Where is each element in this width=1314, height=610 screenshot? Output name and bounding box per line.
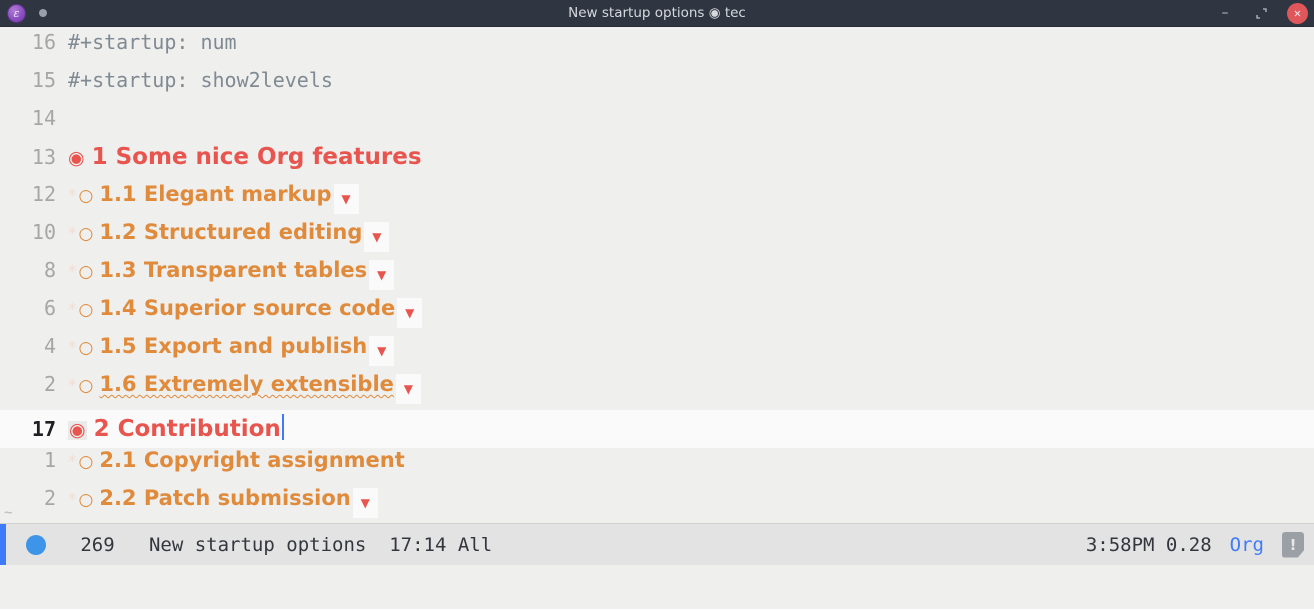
line-number-current: 17 [8,417,56,441]
heading-text: 1.1 Elegant markup [99,182,331,206]
line-text: #+startup: num [68,30,237,54]
org-bullet-level2-icon[interactable]: ○ [79,302,94,319]
heading-text: 2.2 Patch submission [99,486,350,510]
heading-text: 1 Some nice Org features [92,144,422,170]
buffer-state-circle-icon[interactable] [26,535,46,555]
line-number: 14 [8,106,56,130]
text-cursor [282,414,284,440]
line-number: 13 [8,145,56,169]
heading-text: 1.3 Transparent tables [99,258,367,282]
close-button[interactable]: ✕ [1287,3,1308,24]
modeline: 269 New startup options 17:14 All 3:58PM… [0,523,1314,565]
window-title: New startup options ◉ tec [0,5,1314,21]
maximize-button[interactable] [1251,3,1271,23]
fold-ellipsis-icon[interactable]: ▼ [396,374,421,404]
buffer-size: 269 [80,534,114,556]
cursor-position: 17:14 All [389,534,492,556]
line-number: 16 [8,30,56,54]
fold-ellipsis-icon[interactable]: ▼ [397,298,422,328]
modeline-right-group: 3:58PM 0.28 Org ! [1086,532,1304,558]
fold-ellipsis-icon[interactable]: ▼ [353,488,378,518]
org-heading-level1-current[interactable]: 17 ◉ 2 Contribution [0,410,1314,448]
org-stars-icon: * [68,186,77,206]
fold-ellipsis-icon[interactable]: ▼ [369,336,394,366]
close-icon: ✕ [1294,6,1301,20]
org-heading-level1[interactable]: 13 ◉ 1 Some nice Org features [0,144,1314,182]
heading-text: 1.2 Structured editing [99,220,362,244]
line-number: 8 [8,258,56,282]
line-number: 4 [8,334,56,358]
org-bullet-level1-icon[interactable]: ◉ [68,149,85,168]
spacer [115,534,149,556]
org-stars-icon: * [68,452,77,472]
org-bullet-level2-icon[interactable]: ○ [79,378,94,395]
buffer-line[interactable]: 16 #+startup: num [0,30,1314,68]
heading-text-misspelled: 1.6 Extremely extensible [99,372,394,396]
system-load: 0.28 [1166,534,1212,556]
org-stars-icon: * [68,300,77,320]
org-heading-level2[interactable]: 1 * ○ 2.1 Copyright assignment [0,448,1314,486]
buffer-line[interactable]: 15 #+startup: show2levels [0,68,1314,106]
fold-ellipsis-icon[interactable]: ▼ [364,222,389,252]
fold-ellipsis-icon[interactable]: ▼ [369,260,394,290]
org-stars-icon: * [68,490,77,510]
heading-text: 1.5 Export and publish [99,334,367,358]
org-bullet-level2-icon[interactable]: ○ [79,340,94,357]
minimize-icon: – [1222,9,1229,17]
modified-dot-icon [39,9,47,17]
clock-and-load: 3:58PM 0.28 [1086,534,1212,556]
buffer-line[interactable]: 14 [0,106,1314,144]
modeline-left-group: 269 New startup options 17:14 All [6,534,492,556]
org-stars-icon: * [68,338,77,358]
window-titlebar: 𝜀 New startup options ◉ tec – ✕ [0,0,1314,27]
end-of-buffer-marker: ~ [4,505,12,521]
line-number: 2 [8,486,56,510]
line-number: 6 [8,296,56,320]
fold-ellipsis-icon[interactable]: ▼ [334,184,359,214]
editor-buffer[interactable]: 16 #+startup: num 15 #+startup: show2lev… [0,27,1314,523]
line-number: 2 [8,372,56,396]
heading-text: 1.4 Superior source code [99,296,395,320]
line-text: #+startup: show2levels [68,68,333,92]
spacer [366,534,389,556]
titlebar-left-group: 𝜀 [0,5,47,22]
org-stars-icon: * [68,262,77,282]
minibuffer-echo-area[interactable] [0,565,1314,609]
maximize-icon [1256,8,1267,19]
line-number: 1 [8,448,56,472]
line-number: 15 [8,68,56,92]
org-heading-level2[interactable]: 12 * ○ 1.1 Elegant markup ▼ [0,182,1314,220]
org-heading-level2[interactable]: 4 * ○ 1.5 Export and publish ▼ [0,334,1314,372]
org-heading-level2[interactable]: 8 * ○ 1.3 Transparent tables ▼ [0,258,1314,296]
org-heading-level2[interactable]: 6 * ○ 1.4 Superior source code ▼ [0,296,1314,334]
warning-badge-icon[interactable]: ! [1282,532,1304,558]
heading-text: 2.1 Copyright assignment [99,448,404,472]
org-bullet-level2-icon[interactable]: ○ [79,226,94,243]
major-mode-label[interactable]: Org [1230,534,1264,556]
org-bullet-level2-icon[interactable]: ○ [79,492,94,509]
line-number: 12 [8,182,56,206]
org-heading-level2[interactable]: 2 * ○ 2.2 Patch submission ▼ [0,486,1314,523]
window-controls: – ✕ [1215,3,1308,24]
window-title-text: New startup options ◉ tec [568,5,746,21]
org-bullet-level1-icon[interactable]: ◉ [68,421,87,440]
heading-text: 2 Contribution [94,416,281,442]
org-bullet-level2-icon[interactable]: ○ [79,454,94,471]
clock-time: 3:58PM [1086,534,1155,556]
org-heading-level2[interactable]: 10 * ○ 1.2 Structured editing ▼ [0,220,1314,258]
minimize-button[interactable]: – [1215,3,1235,23]
org-stars-icon: * [68,376,77,396]
emacs-logo-icon[interactable]: 𝜀 [8,5,25,22]
org-heading-level2[interactable]: 2 * ○ 1.6 Extremely extensible ▼ [0,372,1314,410]
org-stars-icon: * [68,224,77,244]
line-number: 10 [8,220,56,244]
spacer [46,534,80,556]
buffer-name[interactable]: New startup options [149,534,366,556]
org-bullet-level2-icon[interactable]: ○ [79,188,94,205]
org-bullet-level2-icon[interactable]: ○ [79,264,94,281]
